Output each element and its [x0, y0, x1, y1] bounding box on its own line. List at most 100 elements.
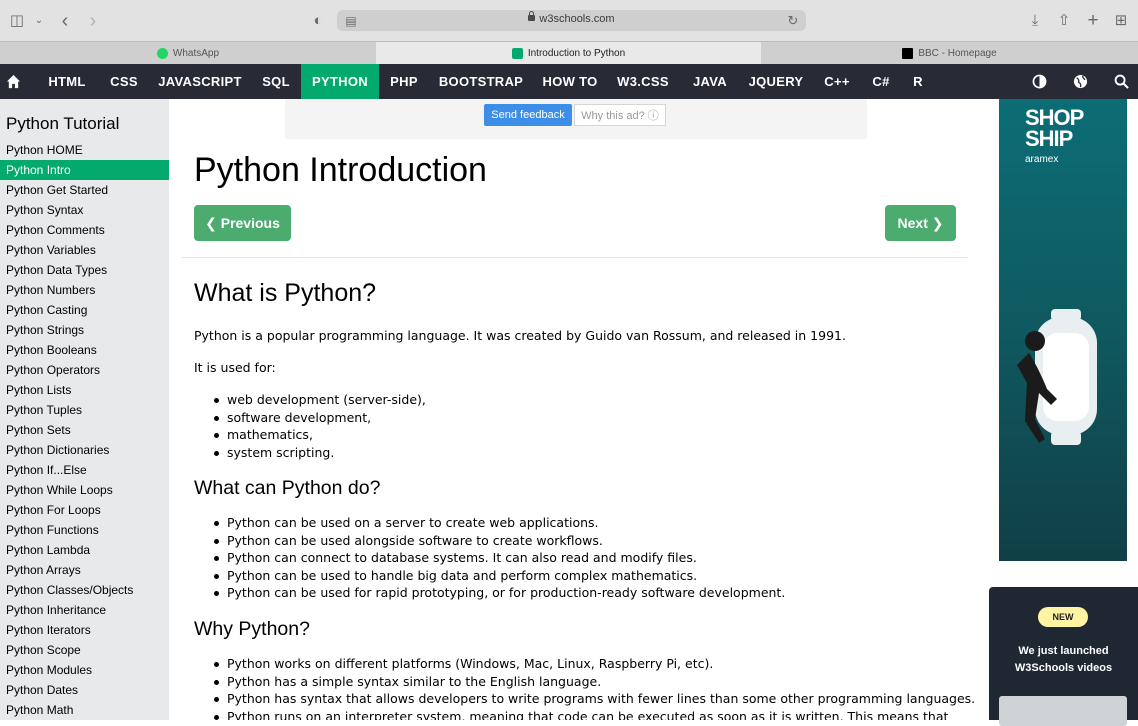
sidebar-item[interactable]: Python Functions — [0, 520, 169, 540]
w3schools-videos-ad[interactable]: NEW We just launched W3Schools videos — [989, 587, 1138, 726]
sidebar-item[interactable]: Python Variables — [0, 240, 169, 260]
w3schools-icon — [511, 48, 523, 59]
sidebar-item[interactable]: Python Arrays — [0, 560, 169, 580]
list-item: mathematics, — [202, 426, 426, 444]
tab-introduction-to-python[interactable]: Introduction to Python — [376, 42, 761, 65]
video-preview-image — [999, 696, 1127, 726]
sidebar-item[interactable]: Python Classes/Objects — [0, 580, 169, 600]
sidebar-title: Python Tutorial — [6, 114, 120, 133]
bbc-icon — [902, 48, 914, 59]
list-item: system scripting. — [202, 444, 426, 462]
what-is-python-heading: What is Python? — [194, 279, 377, 307]
tab-overview-icon[interactable]: ⊞ — [1112, 12, 1130, 30]
nav-item-jquery[interactable]: JQUERY — [742, 64, 810, 99]
nav-item-html[interactable]: HTML — [38, 64, 96, 99]
share-icon[interactable]: ⇧ — [1055, 12, 1073, 30]
reload-icon[interactable]: ↻ — [784, 12, 802, 30]
sidebar-item[interactable]: Python Comments — [0, 220, 169, 240]
tab-whatsapp[interactable]: WhatsApp — [0, 42, 376, 65]
whatsapp-icon — [156, 48, 168, 59]
chevron-down-icon[interactable]: ⌄ — [30, 12, 48, 30]
sidebar-list: Python HOME Python Intro Python Get Starte… — [0, 140, 169, 720]
shop-and-ship-ad[interactable]: SHOP SHIP aramex — [999, 99, 1127, 561]
used-for-text: It is used for: — [194, 360, 276, 375]
why-this-ad-button[interactable]: Why this ad? ⓘ — [574, 104, 666, 126]
browser-toolbar: ◫ ⌄ ‹ › ◐ ▤ w3schools.com ↻ ⤓ ⇧ + ⊞ — [0, 0, 1138, 41]
nav-item-r[interactable]: R — [906, 64, 930, 99]
sidebar-item[interactable]: Python Casting — [0, 300, 169, 320]
sidebar-item[interactable]: Python Booleans — [0, 340, 169, 360]
sidebar-item[interactable]: Python Intro — [0, 160, 169, 180]
why-python-heading: Why Python? — [194, 618, 310, 640]
list-item: Python can be used to handle big data an… — [202, 567, 785, 585]
sidebar-item[interactable]: Python Sets — [0, 420, 169, 440]
nav-item-python[interactable]: PYTHON — [301, 64, 379, 99]
sidebar-item[interactable]: Python Scope — [0, 640, 169, 660]
list-item: Python can be used on a server to create… — [202, 514, 785, 532]
nav-item-javascript[interactable]: JAVASCRIPT — [150, 64, 250, 99]
dark-mode-icon[interactable] — [1032, 74, 1047, 89]
list-item: web development (server-side), — [202, 391, 426, 409]
new-tab-icon[interactable]: + — [1084, 11, 1102, 30]
back-icon[interactable]: ‹ — [56, 11, 74, 31]
forward-icon[interactable]: › — [84, 11, 102, 31]
nav-item-w3css[interactable]: W3.CSS — [612, 64, 674, 99]
list-item: Python can be used alongside software to… — [202, 532, 785, 550]
download-icon[interactable]: ⤓ — [1026, 12, 1044, 30]
sidebar-item[interactable]: Python Data Types — [0, 260, 169, 280]
tab-strip: WhatsApp Introduction to Python BBC - Ho… — [0, 41, 1138, 65]
nav-item-bootstrap[interactable]: BOOTSTRAP — [432, 64, 530, 99]
tab-title: WhatsApp — [172, 48, 220, 59]
nav-item-cpp[interactable]: C++ — [818, 64, 856, 99]
list-item: Python has a simple syntax similar to th… — [202, 673, 975, 691]
nav-item-php[interactable]: PHP — [383, 64, 425, 99]
nav-item-css[interactable]: CSS — [100, 64, 148, 99]
what-can-python-do-heading: What can Python do? — [194, 477, 381, 499]
sidebar-item[interactable]: Python While Loops — [0, 480, 169, 500]
list-item: Python can be used for rapid prototyping… — [202, 584, 785, 602]
send-feedback-button[interactable]: Send feedback — [484, 104, 572, 126]
privacy-shield-icon[interactable]: ◐ — [309, 12, 327, 30]
sidebar-item[interactable]: Python Dictionaries — [0, 440, 169, 460]
uses-list: web development (server-side), software d… — [202, 391, 426, 461]
address-bar[interactable]: ▤ w3schools.com ↻ — [337, 10, 806, 31]
list-item: software development, — [202, 409, 426, 427]
sidebar-item[interactable]: Python Modules — [0, 660, 169, 680]
sidebar-item[interactable]: Python Tuples — [0, 400, 169, 420]
next-button[interactable]: Next ❯ — [885, 205, 956, 241]
sidebar-item[interactable]: Python Math — [0, 700, 169, 720]
tab-bbc[interactable]: BBC - Homepage — [761, 42, 1138, 65]
sidebar-item[interactable]: Python Syntax — [0, 200, 169, 220]
nav-item-sql[interactable]: SQL — [252, 64, 300, 99]
nav-item-csharp[interactable]: C# — [864, 64, 898, 99]
sidebar-item[interactable]: Python Iterators — [0, 620, 169, 640]
why-list: Python works on different platforms (Win… — [202, 655, 975, 720]
lock-icon — [528, 11, 536, 21]
new-badge: NEW — [1038, 607, 1088, 627]
sidebar-item[interactable]: Python Lambda — [0, 540, 169, 560]
sidebar-item[interactable]: Python HOME — [0, 140, 169, 160]
sidebar-item[interactable]: Python For Loops — [0, 500, 169, 520]
list-item: Python runs on an interpreter system, me… — [202, 708, 975, 720]
intro-paragraph: Python is a popular programming language… — [194, 328, 846, 343]
top-nav: HTML CSS JAVASCRIPT SQL PYTHON PHP BOOTS… — [0, 64, 1138, 99]
sidebar: Python Tutorial Python HOME Python Intro P… — [0, 99, 169, 720]
search-icon[interactable] — [1114, 74, 1129, 89]
sidebar-item[interactable]: Python Operators — [0, 360, 169, 380]
sidebar-item[interactable]: Python Inheritance — [0, 600, 169, 620]
sidebar-item[interactable]: Python Strings — [0, 320, 169, 340]
nav-item-how-to[interactable]: HOW TO — [537, 64, 603, 99]
previous-button[interactable]: ❮ Previous — [194, 205, 291, 241]
list-item: Python works on different platforms (Win… — [202, 655, 975, 673]
sidebar-toggle-icon[interactable]: ◫ — [8, 12, 26, 30]
sidebar-item[interactable]: Python Numbers — [0, 280, 169, 300]
sidebar-item[interactable]: Python Lists — [0, 380, 169, 400]
list-item: Python has syntax that allows developers… — [202, 690, 975, 708]
tab-title: BBC - Homepage — [918, 48, 997, 59]
nav-item-java[interactable]: JAVA — [685, 64, 735, 99]
sidebar-item[interactable]: Python If...Else — [0, 460, 169, 480]
sidebar-item[interactable]: Python Get Started — [0, 180, 169, 200]
globe-icon[interactable] — [1073, 74, 1088, 89]
home-icon[interactable] — [6, 74, 21, 89]
sidebar-item[interactable]: Python Dates — [0, 680, 169, 700]
